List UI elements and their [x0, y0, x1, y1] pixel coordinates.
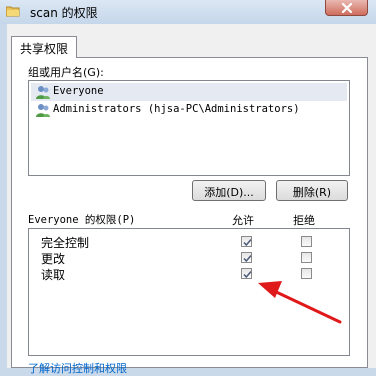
tab-label: 共享权限 [20, 42, 69, 56]
help-link[interactable]: 了解访问控制和权限 [28, 360, 127, 376]
tab-share-permissions[interactable]: 共享权限 [11, 36, 77, 58]
